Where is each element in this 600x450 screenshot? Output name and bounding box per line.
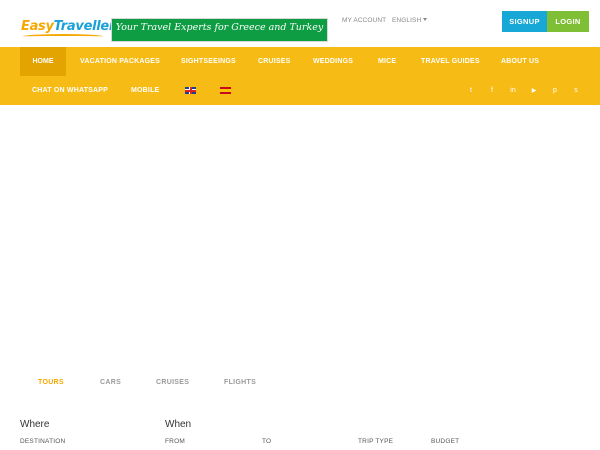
when-heading: When — [165, 419, 192, 430]
uk-flag-icon[interactable] — [185, 87, 196, 94]
budget-label: BUDGET — [431, 438, 460, 445]
trip-type-label: TRIP TYPE — [358, 438, 394, 445]
where-heading: Where — [20, 419, 50, 430]
from-date-label: FROM — [165, 438, 185, 445]
nav-item-travel-guides[interactable]: TRAVEL GUIDES — [421, 58, 480, 65]
nav-item-cruises[interactable]: CRUISES — [258, 58, 291, 65]
tab-cars[interactable]: CARS — [100, 379, 121, 386]
tagline-text: Your Travel Experts for Greece and Turke… — [115, 22, 324, 33]
logo-swoosh — [23, 34, 103, 39]
signup-button[interactable]: SIGNUP — [502, 11, 547, 32]
language-label: ENGLISH — [392, 17, 422, 24]
tab-cruises[interactable]: CRUISES — [156, 379, 189, 386]
twitter-icon[interactable]: t — [466, 87, 476, 94]
nav-item-vacation-packages[interactable]: VACATION PACKAGES — [80, 58, 160, 65]
to-date-label: TO — [262, 438, 272, 445]
youtube-icon[interactable]: ▶ — [529, 87, 539, 94]
top-header: EasyTraveller.gr Your Travel Experts for… — [0, 0, 600, 47]
language-selector[interactable]: ENGLISH — [392, 17, 428, 24]
tab-tours[interactable]: TOURS — [38, 379, 64, 386]
destination-label: DESTINATION — [20, 438, 66, 445]
tab-flights[interactable]: FLIGHTS — [224, 379, 256, 386]
logo-text-easy: Easy — [21, 19, 54, 34]
nav-item-mobile[interactable]: MOBILE — [131, 87, 159, 94]
pinterest-icon[interactable]: p — [550, 87, 560, 94]
nav-item-about-us[interactable]: ABOUT US — [501, 58, 539, 65]
login-button[interactable]: LOGIN — [547, 11, 589, 32]
nav-item-weddings[interactable]: WEDDINGS — [313, 58, 353, 65]
main-nav: HOME VACATION PACKAGES SIGHTSEEINGS CRUI… — [0, 47, 600, 105]
nav-item-home[interactable]: HOME — [20, 47, 66, 76]
spain-flag-icon[interactable] — [220, 87, 231, 94]
nav-item-sightseeings[interactable]: SIGHTSEEINGS — [181, 58, 236, 65]
my-account-link[interactable]: MY ACCOUNT — [342, 17, 386, 24]
skype-icon[interactable]: s — [571, 87, 581, 94]
tagline-banner: Your Travel Experts for Greece and Turke… — [111, 18, 328, 42]
facebook-icon[interactable]: f — [487, 87, 497, 94]
linkedin-icon[interactable]: in — [508, 87, 518, 94]
caret-down-icon — [423, 18, 428, 21]
nav-item-mice[interactable]: MICE — [378, 58, 396, 65]
nav-item-chat-whatsapp[interactable]: CHAT ON WHATSAPP — [32, 87, 108, 94]
